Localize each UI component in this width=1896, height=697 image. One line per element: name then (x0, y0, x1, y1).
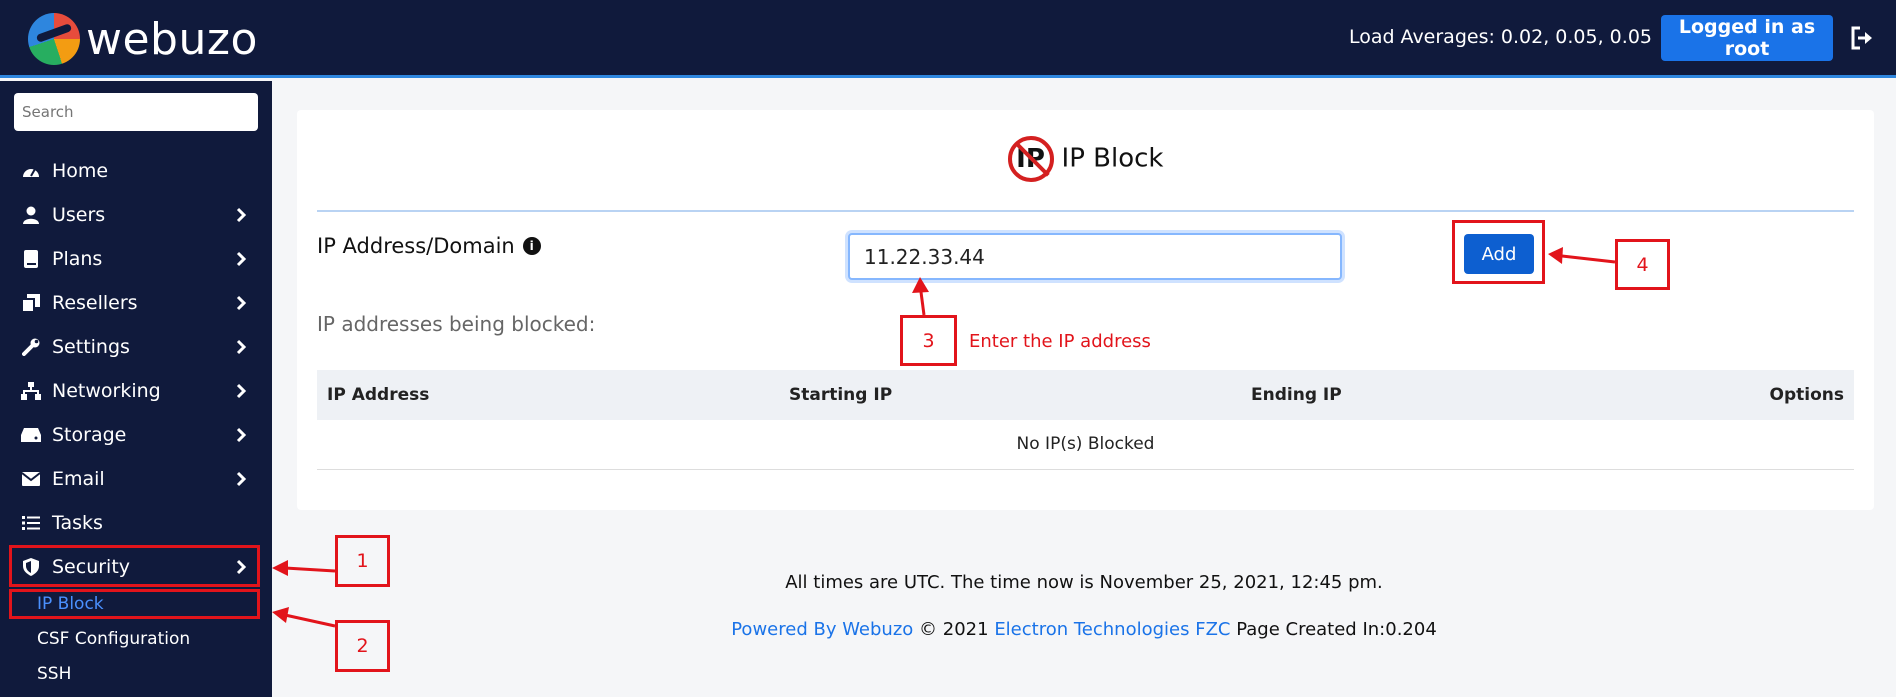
sidebar-item-settings[interactable]: Settings (0, 327, 272, 367)
sidebar-subitem-csf-configuration[interactable]: CSF Configuration (37, 629, 190, 649)
column-ip-address: IP Address (327, 385, 430, 405)
annotation-highlight-ip-block (9, 589, 260, 619)
ip-address-domain-label: IP Address/Domain i (317, 234, 541, 258)
annotation-step-3: 3 (900, 315, 957, 366)
annotation-highlight-add-button (1452, 220, 1545, 284)
annotation-hint-text: Enter the IP address (969, 331, 1151, 352)
powered-by-link[interactable]: Powered By Webuzo (731, 619, 913, 640)
footer-time: All times are UTC. The time now is Novem… (785, 572, 1383, 593)
company-link[interactable]: Electron Technologies FZC (994, 619, 1230, 640)
load-averages: Load Averages: 0.02, 0.05, 0.05 (1348, 26, 1652, 48)
sidebar-item-label: Home (52, 160, 109, 182)
empty-table-message: No IP(s) Blocked (1016, 434, 1155, 454)
table-header: IP Address Starting IP Ending IP Options (317, 370, 1854, 420)
logo-text: webuzo (86, 13, 258, 65)
ip-block-card: IPIP Block IP Address/Domain i Add IP ad… (297, 110, 1874, 510)
webuzo-logo[interactable]: webuzo (28, 12, 258, 66)
ip-address-input[interactable] (848, 233, 1342, 280)
title-divider (317, 210, 1854, 212)
chevron-right-icon (236, 471, 247, 487)
page-title-text: IP Block (1061, 143, 1164, 174)
chevron-right-icon (236, 383, 247, 399)
logo-mark-icon (28, 13, 80, 65)
sidebar-item-label: Plans (52, 248, 103, 270)
sidebar-item-networking[interactable]: Networking (0, 371, 272, 411)
logged-in-button[interactable]: Logged in as root (1661, 15, 1833, 61)
sidebar-item-label: Users (52, 204, 106, 226)
chevron-right-icon (236, 295, 247, 311)
chevron-right-icon (236, 427, 247, 443)
sidebar-item-label: Settings (52, 336, 130, 358)
annotation-highlight-security (9, 545, 260, 587)
copyright-text: © 2021 (919, 619, 989, 640)
chevron-right-icon (236, 207, 247, 223)
dashboard-icon (20, 161, 42, 181)
copy-icon (20, 293, 42, 313)
footer-credits: Powered By Webuzo © 2021 Electron Techno… (272, 619, 1896, 640)
sidebar-item-plans[interactable]: Plans (0, 239, 272, 279)
table-row: No IP(s) Blocked (317, 420, 1854, 470)
wrench-icon (20, 337, 42, 357)
ip-block-icon: IP (1007, 136, 1054, 182)
sidebar-item-tasks[interactable]: Tasks (0, 503, 272, 543)
chevron-right-icon (236, 251, 247, 267)
blocked-ips-table: IP Address Starting IP Ending IP Options… (317, 370, 1854, 470)
logout-icon[interactable] (1850, 26, 1876, 50)
column-options: Options (1769, 385, 1844, 405)
sidebar-item-storage[interactable]: Storage (0, 415, 272, 455)
user-icon (20, 205, 42, 225)
blocked-ips-heading: IP addresses being blocked: (317, 312, 596, 336)
sidebar-item-label: Storage (52, 424, 127, 446)
sidebar-item-home[interactable]: Home (0, 151, 272, 191)
network-icon (20, 381, 42, 401)
sidebar-item-label: Email (52, 468, 105, 490)
sidebar-subitem-ssh[interactable]: SSH (37, 664, 71, 684)
top-header: webuzo Load Averages: 0.02, 0.05, 0.05 L… (0, 0, 1896, 78)
sidebar-item-email[interactable]: Email (0, 459, 272, 499)
book-icon (20, 249, 42, 269)
sidebar-item-resellers[interactable]: Resellers (0, 283, 272, 323)
page-title: IP IP Block (297, 136, 1874, 182)
annotation-step-4: 4 (1615, 239, 1670, 290)
sidebar-item-users[interactable]: Users (0, 195, 272, 235)
sidebar-item-label: Resellers (52, 292, 138, 314)
envelope-icon (20, 469, 42, 489)
annotation-step-1: 1 (335, 535, 390, 587)
annotation-step-2: 2 (335, 620, 390, 672)
page-created-text: Page Created In:0.204 (1236, 619, 1437, 640)
sidebar-item-label: Tasks (52, 512, 103, 534)
sidebar-item-label: Networking (52, 380, 161, 402)
info-icon[interactable]: i (522, 237, 541, 255)
search-input[interactable] (14, 93, 258, 131)
column-ending-ip: Ending IP (1251, 385, 1342, 405)
hdd-icon (20, 425, 42, 445)
column-starting-ip: Starting IP (789, 385, 893, 405)
list-icon (20, 513, 42, 533)
field-label-text: IP Address/Domain (317, 234, 515, 258)
chevron-right-icon (236, 339, 247, 355)
